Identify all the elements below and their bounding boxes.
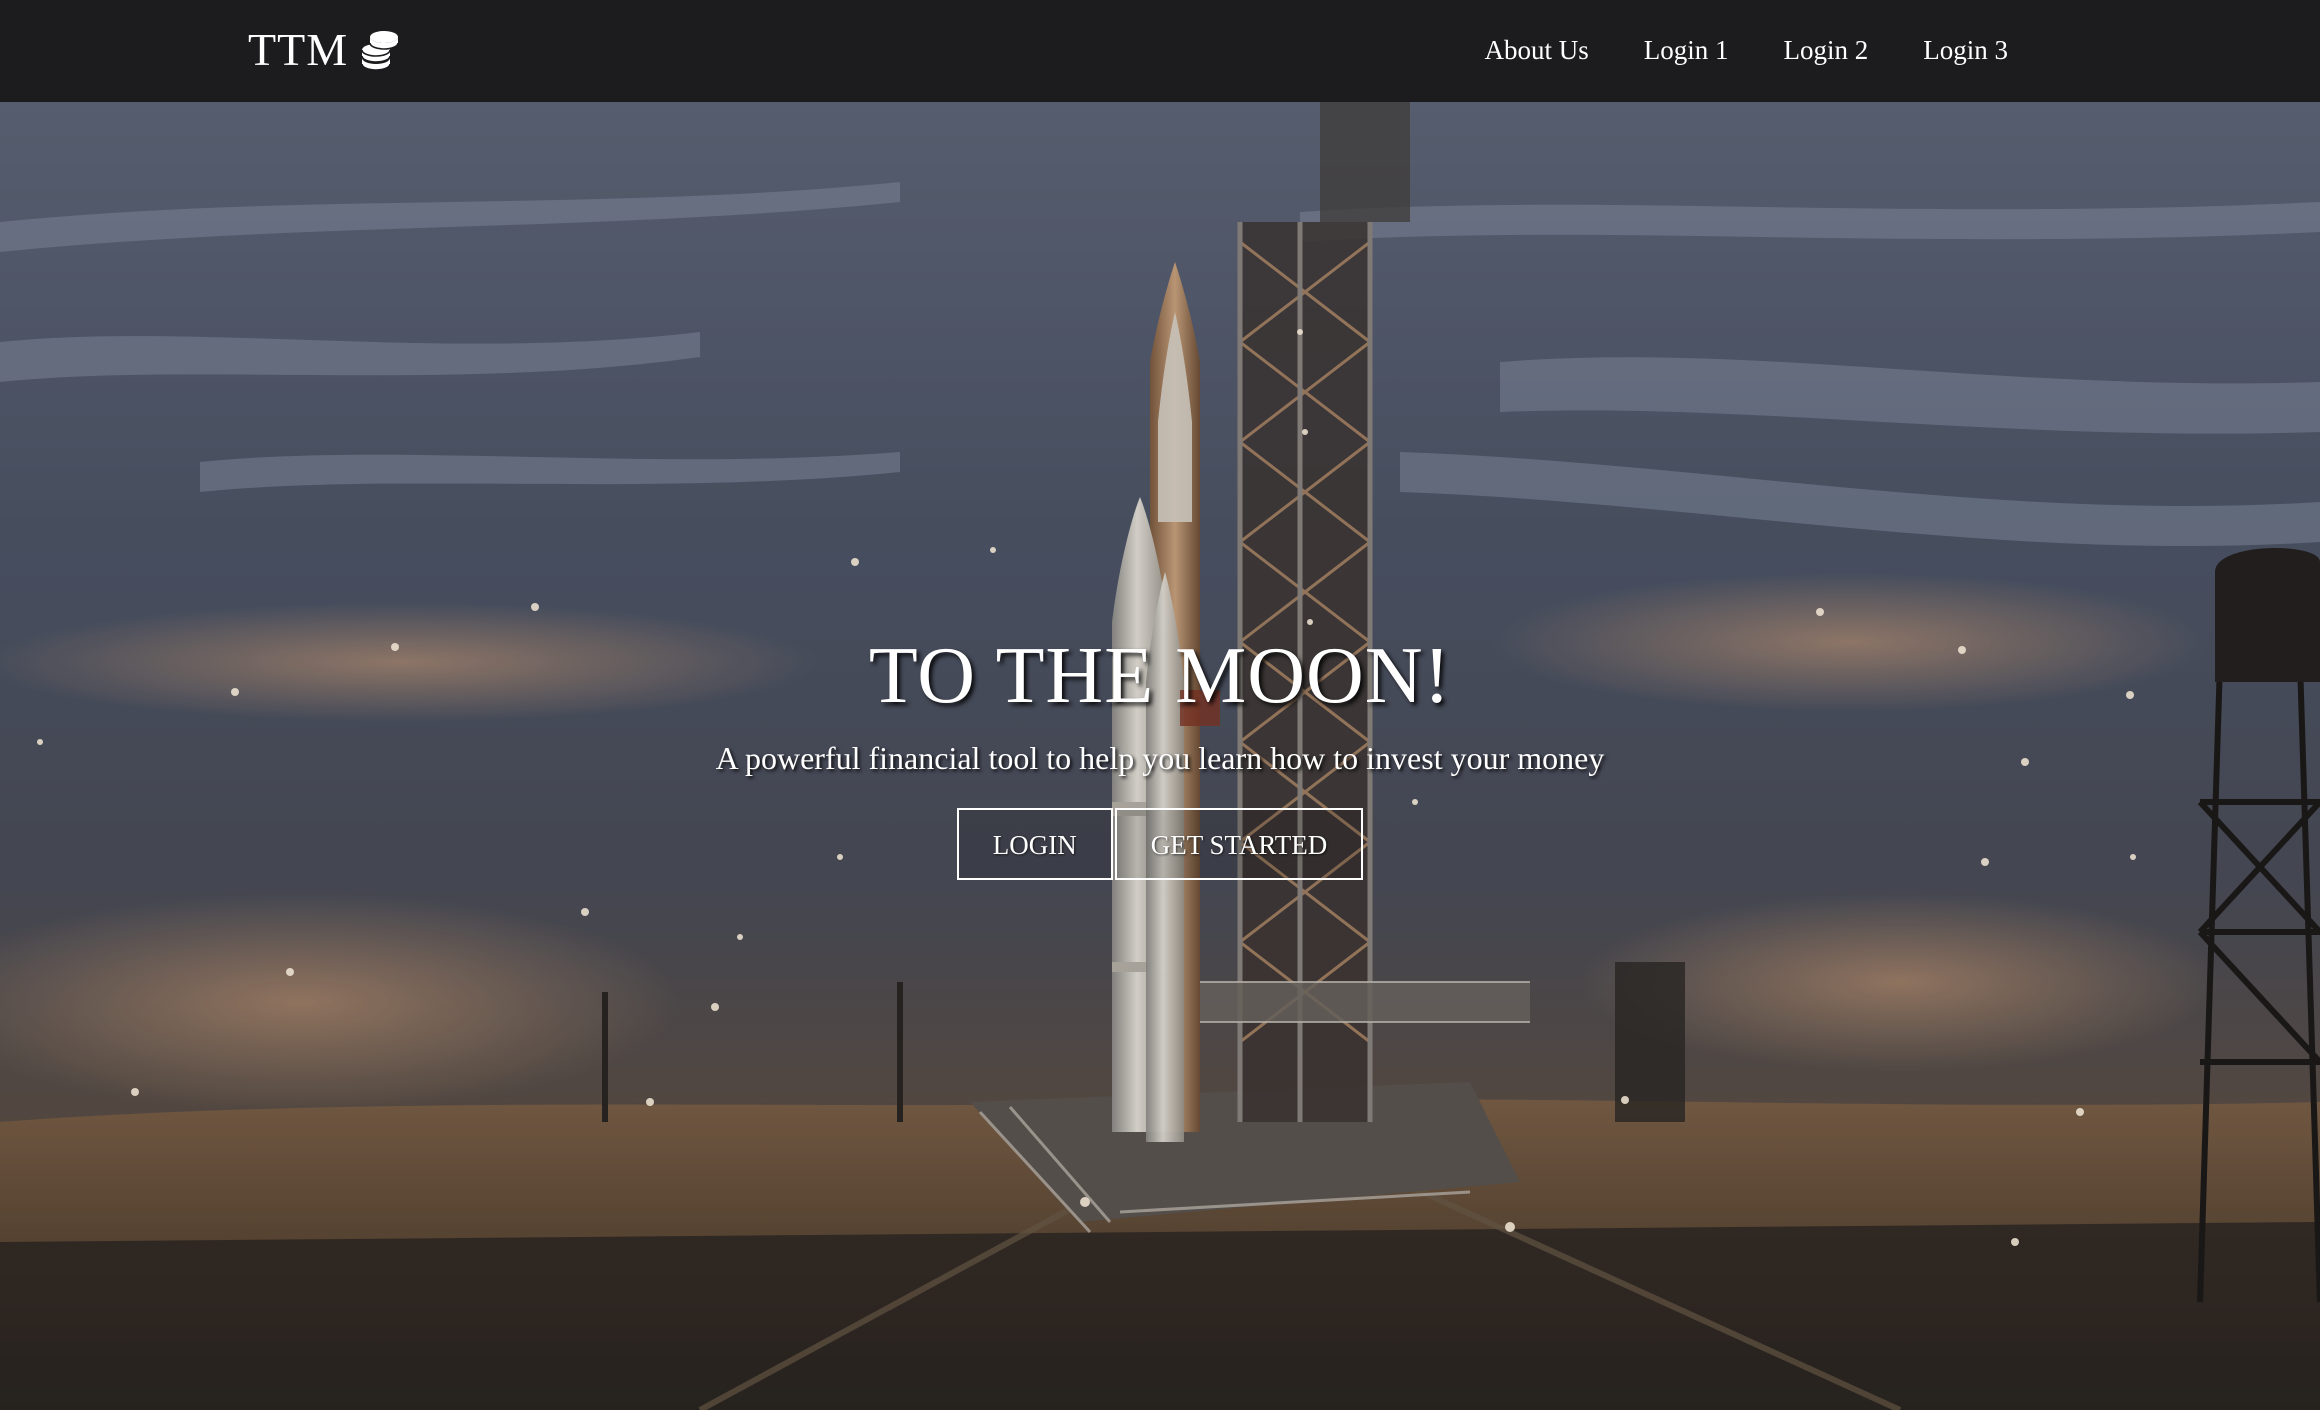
get-started-button[interactable]: GET STARTED xyxy=(1114,807,1364,880)
hero-subtitle: A powerful financial tool to help you le… xyxy=(715,740,1605,776)
hero-button-group: LOGIN GET STARTED xyxy=(0,807,2320,880)
nav-login-3[interactable]: Login 3 xyxy=(1923,28,2008,72)
login-button[interactable]: LOGIN xyxy=(956,807,1113,880)
nav-login-2[interactable]: Login 2 xyxy=(1784,28,1869,72)
hero-content: TO THE MOON! A powerful financial tool t… xyxy=(0,632,2320,880)
nav-login-1[interactable]: Login 1 xyxy=(1644,28,1729,72)
top-navbar: TTM About Us Login 1 Login 2 Login 3 xyxy=(0,0,2320,102)
nav-links: About Us Login 1 Login 2 Login 3 xyxy=(1484,28,2008,72)
hero-section: TO THE MOON! A powerful financial tool t… xyxy=(0,102,2320,1410)
hero-title: TO THE MOON! xyxy=(868,632,1452,720)
brand-logo-link[interactable]: TTM xyxy=(248,20,402,80)
nav-about-us[interactable]: About Us xyxy=(1484,28,1588,72)
brand-name: TTM xyxy=(248,24,349,75)
coins-icon xyxy=(358,28,402,72)
